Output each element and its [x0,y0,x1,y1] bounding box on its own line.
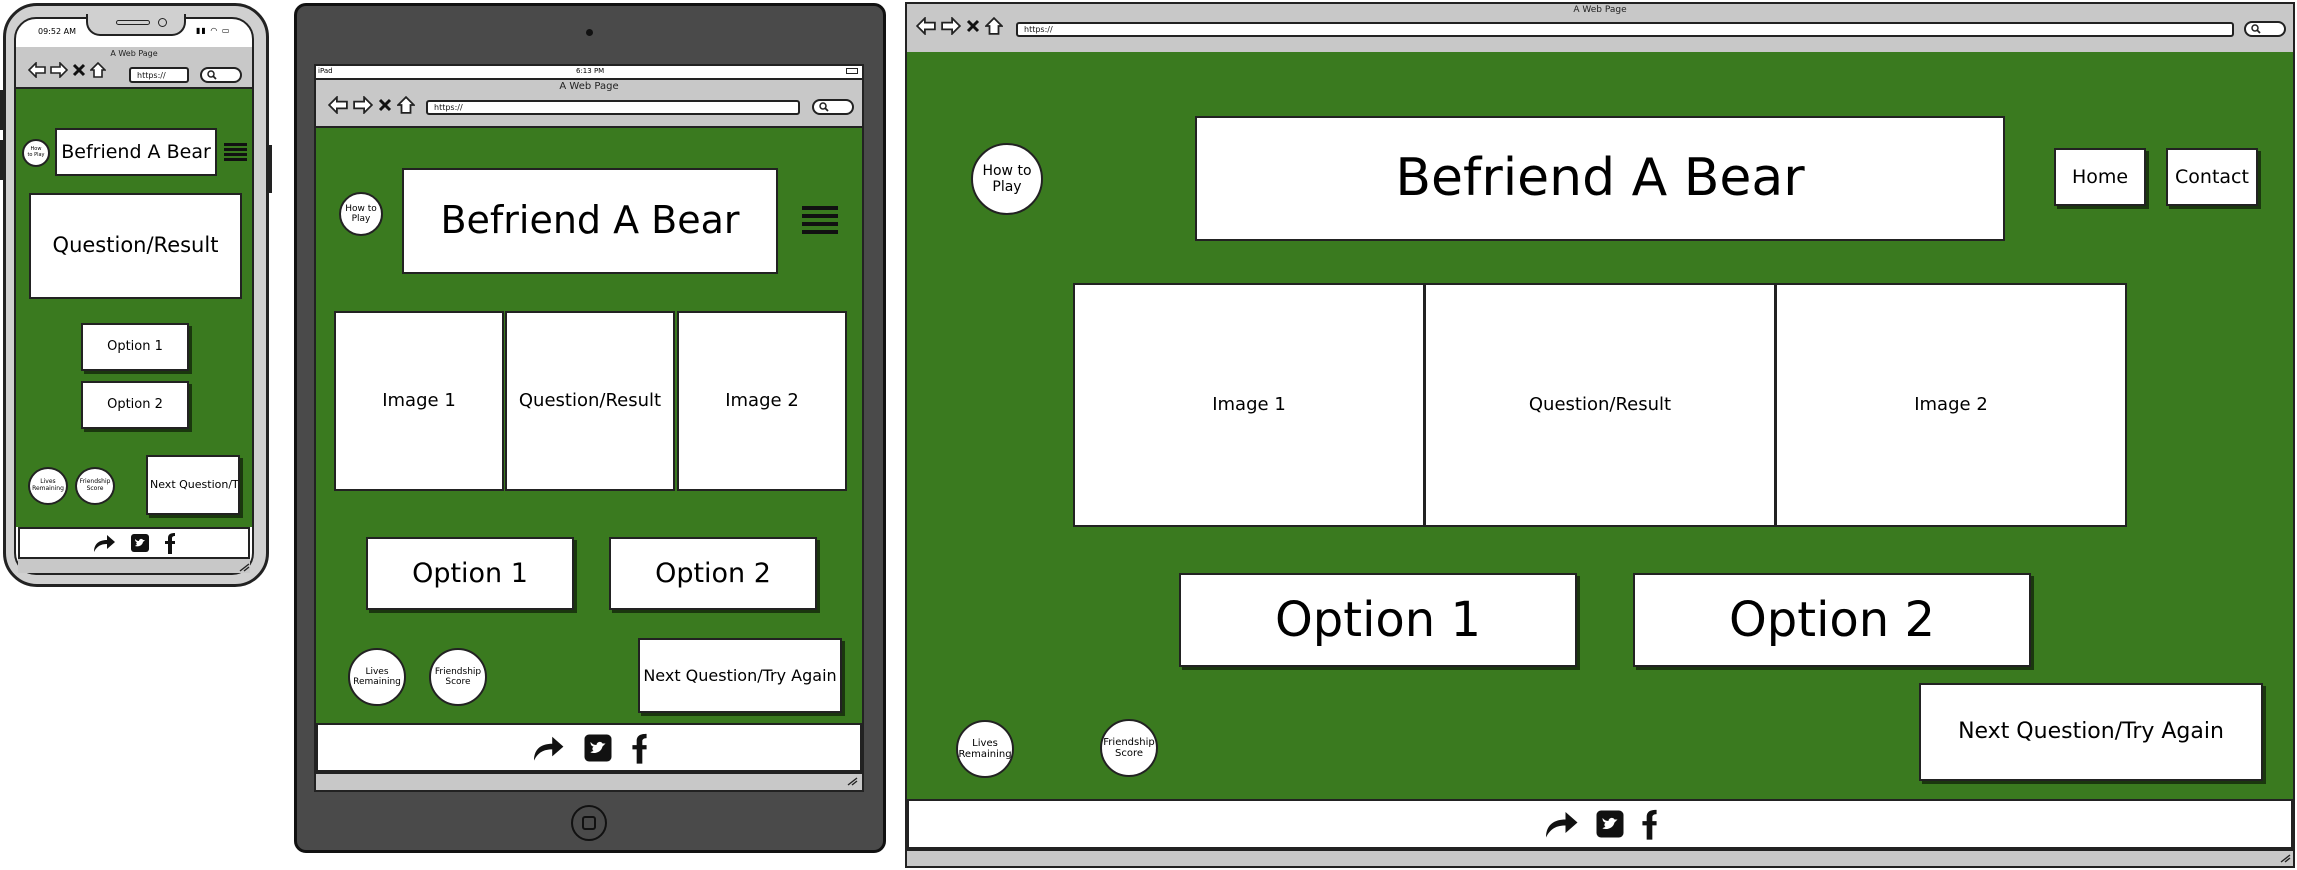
option-2-button[interactable]: Option 2 [1633,573,2031,667]
image-1-placeholder: Image 1 [334,311,504,491]
phone-side-button [0,140,4,180]
close-icon[interactable] [378,98,392,112]
share-arrow-icon[interactable] [531,734,565,762]
share-arrow-icon[interactable] [92,533,116,553]
desktop-footer [907,799,2293,849]
phone-status-icons: ▮▮ ◠ ▭ [196,26,231,35]
twitter-icon[interactable] [130,533,150,553]
option-2-button[interactable]: Option 2 [81,381,189,429]
tablet-url-input[interactable]: https:// [426,100,800,115]
how-to-play-button[interactable]: How to Play [339,192,383,236]
twitter-icon[interactable] [583,733,613,763]
home-icon[interactable] [90,62,106,78]
next-question-button[interactable]: Next Question/Try Again [1919,683,2263,781]
image-1-placeholder: Image 1 [1073,283,1425,527]
facebook-icon[interactable] [631,732,648,764]
phone-footer [18,527,250,559]
lives-remaining-indicator: Lives Remaining [956,720,1014,778]
nav-home-link[interactable]: Home [2054,148,2146,206]
tablet-camera [586,29,593,36]
tablet-search-field[interactable] [812,99,854,115]
phone-status-bar-bottom [18,559,250,573]
option-1-button[interactable]: Option 1 [366,537,574,610]
search-icon [2251,24,2261,34]
desktop-toolbar-strip [907,40,2293,52]
phone-url-input[interactable]: https:// [129,67,189,83]
friendship-score-indicator: Friendship Score [75,467,115,505]
back-arrow-icon[interactable] [28,62,46,78]
question-result-panel: Question/Result [1424,283,1776,527]
page-title: Befriend A Bear [1195,116,2005,241]
forward-arrow-icon[interactable] [50,62,68,78]
tablet-status-left: iPad [318,67,333,75]
image-2-placeholder: Image 2 [1775,283,2127,527]
how-to-play-button[interactable]: How to Play [971,143,1043,215]
tablet-browser-title: A Web Page [559,81,619,92]
twitter-icon[interactable] [1595,809,1625,839]
option-1-button[interactable]: Option 1 [81,323,189,371]
next-question-button[interactable]: Next Question/Try [146,455,240,515]
question-result-panel: Question/Result [29,193,242,299]
desktop-status-bar-bottom [907,849,2293,866]
search-icon [819,102,829,112]
back-arrow-icon[interactable] [328,96,348,114]
desktop-browser-title: A Web Page [1573,5,1627,15]
home-icon[interactable] [985,17,1003,35]
option-1-button[interactable]: Option 1 [1179,573,1577,667]
forward-arrow-icon[interactable] [353,96,373,114]
search-icon [207,70,217,80]
desktop-url-input[interactable]: https:// [1016,22,2234,37]
phone-browser-nav [28,62,106,78]
phone-browser-title: A Web Page [110,49,158,58]
tablet-footer [316,723,862,772]
phone-side-button [268,145,272,193]
lives-remaining-indicator: Lives Remaining [28,467,68,505]
facebook-icon[interactable] [164,532,176,554]
friendship-score-indicator: Friendship Score [429,648,487,706]
tablet-time: 6:13 PM [576,67,605,75]
nav-contact-link[interactable]: Contact [2166,148,2258,206]
resize-grip-icon [239,563,250,572]
lives-remaining-indicator: Lives Remaining [348,648,406,706]
close-icon[interactable] [966,19,980,33]
phone-side-button [0,90,4,130]
next-question-button[interactable]: Next Question/Try Again [638,638,842,713]
resize-grip-icon [847,777,858,786]
hamburger-menu-icon[interactable] [224,143,247,161]
question-result-panel: Question/Result [505,311,675,491]
page-title: Befriend A Bear [402,168,778,274]
facebook-icon[interactable] [1641,808,1658,840]
phone-search-field[interactable] [200,67,242,83]
close-icon[interactable] [72,63,86,77]
hamburger-menu-icon[interactable] [802,206,838,234]
desktop-search-field[interactable] [2244,21,2286,37]
forward-arrow-icon[interactable] [941,17,961,35]
tablet-browser-nav [328,96,415,114]
tablet-status-bar-bottom [316,772,862,790]
back-arrow-icon[interactable] [916,17,936,35]
how-to-play-button[interactable]: How to Play [22,139,50,167]
resize-grip-icon [2280,854,2291,863]
tablet-battery-icon [846,68,858,74]
home-icon[interactable] [397,96,415,114]
option-2-button[interactable]: Option 2 [609,537,817,610]
phone-time: 09:52 AM [38,27,76,36]
friendship-score-indicator: Friendship Score [1100,719,1158,777]
desktop-browser-nav [916,17,1003,35]
tablet-home-button[interactable] [571,805,607,841]
share-arrow-icon[interactable] [1543,809,1579,839]
image-2-placeholder: Image 2 [677,311,847,491]
page-title: Befriend A Bear [55,128,217,176]
phone-notch [86,14,186,36]
